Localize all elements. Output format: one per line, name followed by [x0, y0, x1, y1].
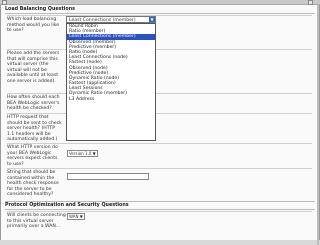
question-protocol-label: Will clients be connecting to this virtu…	[7, 213, 66, 230]
question-row-servers: Please add the servers that will compris…	[7, 49, 312, 95]
section-divider	[5, 13, 315, 14]
section-divider	[5, 201, 315, 202]
http-version-select[interactable]: Version 1.0 ▼	[67, 150, 98, 157]
protocol-select[interactable]: WAN ▼	[67, 213, 85, 220]
lb-method-current: Least Connections (member)	[69, 17, 136, 23]
question-interval-label: How often should each BEA WebLogic serve…	[7, 95, 60, 112]
chevron-down-icon: ▼	[79, 214, 83, 219]
question-row-http-version: What HTTP version do your BEA WebLogic s…	[7, 143, 312, 167]
question-row-response: String that should be contained within t…	[7, 168, 312, 197]
lb-method-dropdown: Round Robin Ratio (member) Least Connectio…	[66, 23, 156, 141]
http-version-value: Version 1.0	[69, 151, 92, 156]
lb-method-option[interactable]: L3 Address	[67, 97, 155, 102]
question-row-method: Which load balancing method would you li…	[7, 15, 312, 42]
question-http-request-label: HTTP request that should be sent to chec…	[7, 115, 62, 143]
chevron-down-icon[interactable]: ▼	[149, 17, 155, 22]
question-servers-label: Please add the servers that will compris…	[7, 51, 60, 84]
section-protocol-heading: Protocol Optimization and Security Quest…	[5, 203, 129, 208]
vertical-scrollbar[interactable]	[317, 5, 319, 245]
question-response-label: String that should be contained within t…	[7, 170, 59, 198]
section-divider	[5, 209, 315, 210]
protocol-value: WAN	[69, 214, 79, 219]
lb-method-select[interactable]: Least Connections (member) ▼	[66, 16, 156, 23]
question-row-http-request: HTTP request that should be sent to chec…	[7, 113, 312, 142]
question-row-protocol: Will clients be connecting to this virtu…	[7, 211, 312, 232]
question-http-version-label: What HTTP version do your BEA WebLogic s…	[7, 145, 58, 167]
chevron-down-icon: ▼	[92, 151, 96, 156]
response-input[interactable]	[67, 173, 149, 180]
config-panel: Load Balancing Questions Which load bala…	[0, 5, 320, 245]
question-method-label: Which load balancing method would you li…	[7, 17, 60, 34]
section-load-balancing-heading: Load Balancing Questions	[5, 7, 75, 12]
